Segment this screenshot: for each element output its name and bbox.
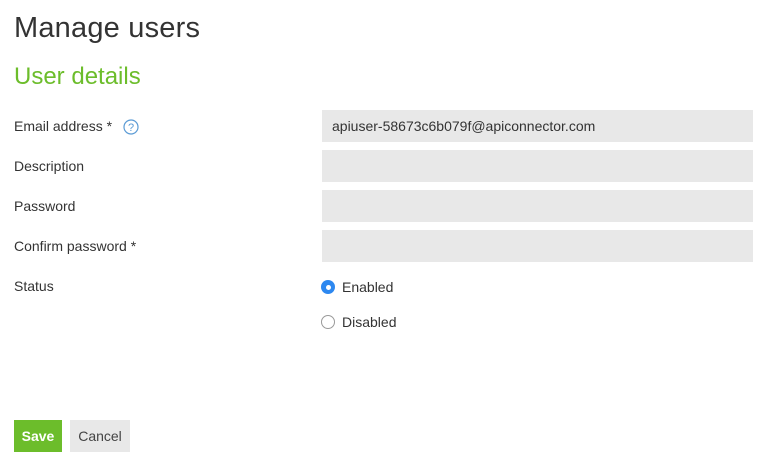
description-label: Description bbox=[14, 158, 85, 174]
email-row: Email address * ? bbox=[14, 110, 754, 142]
status-option-enabled[interactable]: Enabled bbox=[321, 277, 393, 297]
disabled-radio-label[interactable]: Disabled bbox=[342, 314, 396, 330]
description-field[interactable] bbox=[322, 150, 753, 182]
email-field[interactable] bbox=[322, 110, 753, 142]
svg-text:?: ? bbox=[128, 122, 134, 134]
manage-users-page: Manage users User details Email address … bbox=[0, 0, 775, 468]
cancel-button[interactable]: Cancel bbox=[70, 420, 130, 452]
confirm-password-label: Confirm password * bbox=[14, 238, 137, 254]
password-field[interactable] bbox=[322, 190, 753, 222]
email-label: Email address * bbox=[14, 118, 113, 134]
disabled-radio[interactable] bbox=[321, 315, 335, 329]
page-title: Manage users bbox=[14, 12, 201, 44]
save-button[interactable]: Save bbox=[14, 420, 62, 452]
enabled-radio-label[interactable]: Enabled bbox=[342, 279, 393, 295]
password-label: Password bbox=[14, 198, 76, 214]
question-circle-icon[interactable]: ? bbox=[123, 119, 139, 135]
status-option-disabled[interactable]: Disabled bbox=[321, 312, 396, 332]
enabled-radio[interactable] bbox=[321, 280, 335, 294]
status-label: Status bbox=[14, 278, 54, 294]
confirm-password-field[interactable] bbox=[322, 230, 753, 262]
password-row: Password bbox=[14, 190, 754, 222]
section-title: User details bbox=[14, 63, 141, 90]
confirm-password-row: Confirm password * bbox=[14, 230, 754, 262]
description-row: Description bbox=[14, 150, 754, 182]
